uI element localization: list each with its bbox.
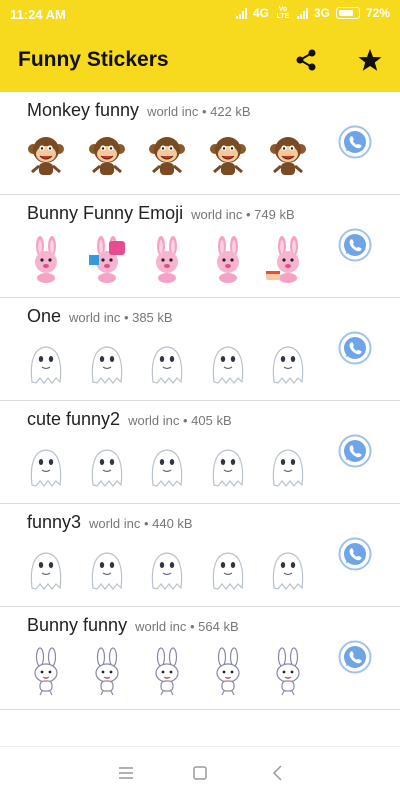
sticker-image[interactable] <box>264 647 312 697</box>
pack-header: funny3 world inc • 440 kB <box>27 512 193 533</box>
sticker-image[interactable] <box>83 132 131 182</box>
sticker-image[interactable] <box>143 338 191 388</box>
pack-header: One world inc • 385 kB <box>27 306 173 327</box>
sticker-pack-list: Monkey funny world inc • 422 kB Bunny Funn… <box>0 92 400 710</box>
sticker-image[interactable] <box>264 132 312 182</box>
app-bar: Funny Stickers <box>0 28 400 92</box>
sticker-pack-row[interactable]: Bunny funny world inc • 564 kB <box>0 607 400 710</box>
whatsapp-icon[interactable] <box>338 228 372 262</box>
status-bar: 11:24 AM 4G Vo LTE 3G 72% <box>0 0 400 28</box>
sticker-image[interactable] <box>143 441 191 491</box>
sticker-image[interactable] <box>22 647 70 697</box>
sticker-pack-row[interactable]: cute funny2 world inc • 405 kB <box>0 401 400 504</box>
share-icon[interactable] <box>290 44 322 76</box>
status-time: 11:24 AM <box>10 7 66 22</box>
pack-name: funny3 <box>27 512 82 532</box>
pack-name: Monkey funny <box>27 100 140 120</box>
sticker-image[interactable] <box>204 647 252 697</box>
sticker-image[interactable] <box>204 544 252 594</box>
sticker-image[interactable] <box>83 441 131 491</box>
star-icon[interactable] <box>354 44 386 76</box>
sticker-image[interactable] <box>143 647 191 697</box>
sticker-pack-row[interactable]: funny3 world inc • 440 kB <box>0 504 400 607</box>
status-indicators: 4G Vo LTE 3G 72% <box>235 6 390 20</box>
pack-meta: world inc • 422 kB <box>147 104 251 119</box>
sticker-image[interactable] <box>204 441 252 491</box>
sticker-image[interactable] <box>264 544 312 594</box>
signal-icon <box>235 7 247 19</box>
menu-icon[interactable] <box>118 766 134 780</box>
sticker-preview-row <box>22 132 312 184</box>
battery-percent: 72% <box>365 6 390 20</box>
pack-meta: world inc • 385 kB <box>69 310 173 325</box>
whatsapp-icon[interactable] <box>338 640 372 674</box>
top-bar: 11:24 AM 4G Vo LTE 3G 72% Funny Stickers <box>0 0 400 92</box>
network-type-2: 3G <box>313 6 330 20</box>
sticker-image[interactable] <box>22 132 70 182</box>
battery-icon <box>335 7 360 19</box>
sticker-image[interactable] <box>264 441 312 491</box>
sticker-image[interactable] <box>83 647 131 697</box>
sticker-image[interactable] <box>22 338 70 388</box>
sticker-image[interactable] <box>83 544 131 594</box>
volte-label: Vo LTE <box>276 6 290 20</box>
pack-meta: world inc • 749 kB <box>191 207 295 222</box>
app-title: Funny Stickers <box>18 48 169 71</box>
back-icon[interactable] <box>271 765 283 781</box>
sticker-preview-row <box>22 647 312 699</box>
sticker-image[interactable] <box>22 544 70 594</box>
sticker-image[interactable] <box>264 338 312 388</box>
pack-name: One <box>27 306 62 326</box>
pack-header: Monkey funny world inc • 422 kB <box>27 100 251 121</box>
whatsapp-icon[interactable] <box>338 434 372 468</box>
sticker-image[interactable] <box>143 235 191 285</box>
pack-name: Bunny funny <box>27 615 128 635</box>
sticker-image[interactable] <box>83 338 131 388</box>
sticker-pack-row[interactable]: Monkey funny world inc • 422 kB <box>0 92 400 195</box>
sticker-pack-row[interactable]: Bunny Funny Emoji world inc • 749 kB <box>0 195 400 298</box>
sticker-image[interactable] <box>22 441 70 491</box>
sticker-preview-row <box>22 544 312 596</box>
sticker-preview-row <box>22 235 312 287</box>
sticker-preview-row <box>22 338 312 390</box>
network-type-1: 4G <box>252 6 269 20</box>
pack-meta: world inc • 405 kB <box>128 413 232 428</box>
pack-header: Bunny funny world inc • 564 kB <box>27 615 239 636</box>
signal-icon <box>296 7 308 19</box>
sticker-image[interactable] <box>204 338 252 388</box>
pack-meta: world inc • 440 kB <box>89 516 193 531</box>
whatsapp-icon[interactable] <box>338 331 372 365</box>
navigation-bar <box>0 746 400 800</box>
sticker-preview-row <box>22 441 312 493</box>
sticker-image[interactable] <box>22 235 70 285</box>
whatsapp-icon[interactable] <box>338 125 372 159</box>
sticker-image[interactable] <box>204 132 252 182</box>
sticker-pack-row[interactable]: One world inc • 385 kB <box>0 298 400 401</box>
pack-name: cute funny2 <box>27 409 121 429</box>
sticker-image[interactable] <box>204 235 252 285</box>
pack-header: Bunny Funny Emoji world inc • 749 kB <box>27 203 295 224</box>
whatsapp-icon[interactable] <box>338 537 372 571</box>
pack-name: Bunny Funny Emoji <box>27 203 184 223</box>
pack-header: cute funny2 world inc • 405 kB <box>27 409 232 430</box>
sticker-image[interactable] <box>83 235 131 285</box>
sticker-image[interactable] <box>143 544 191 594</box>
sticker-image[interactable] <box>264 235 312 285</box>
pack-meta: world inc • 564 kB <box>135 619 239 634</box>
sticker-image[interactable] <box>143 132 191 182</box>
home-icon[interactable] <box>193 766 207 780</box>
